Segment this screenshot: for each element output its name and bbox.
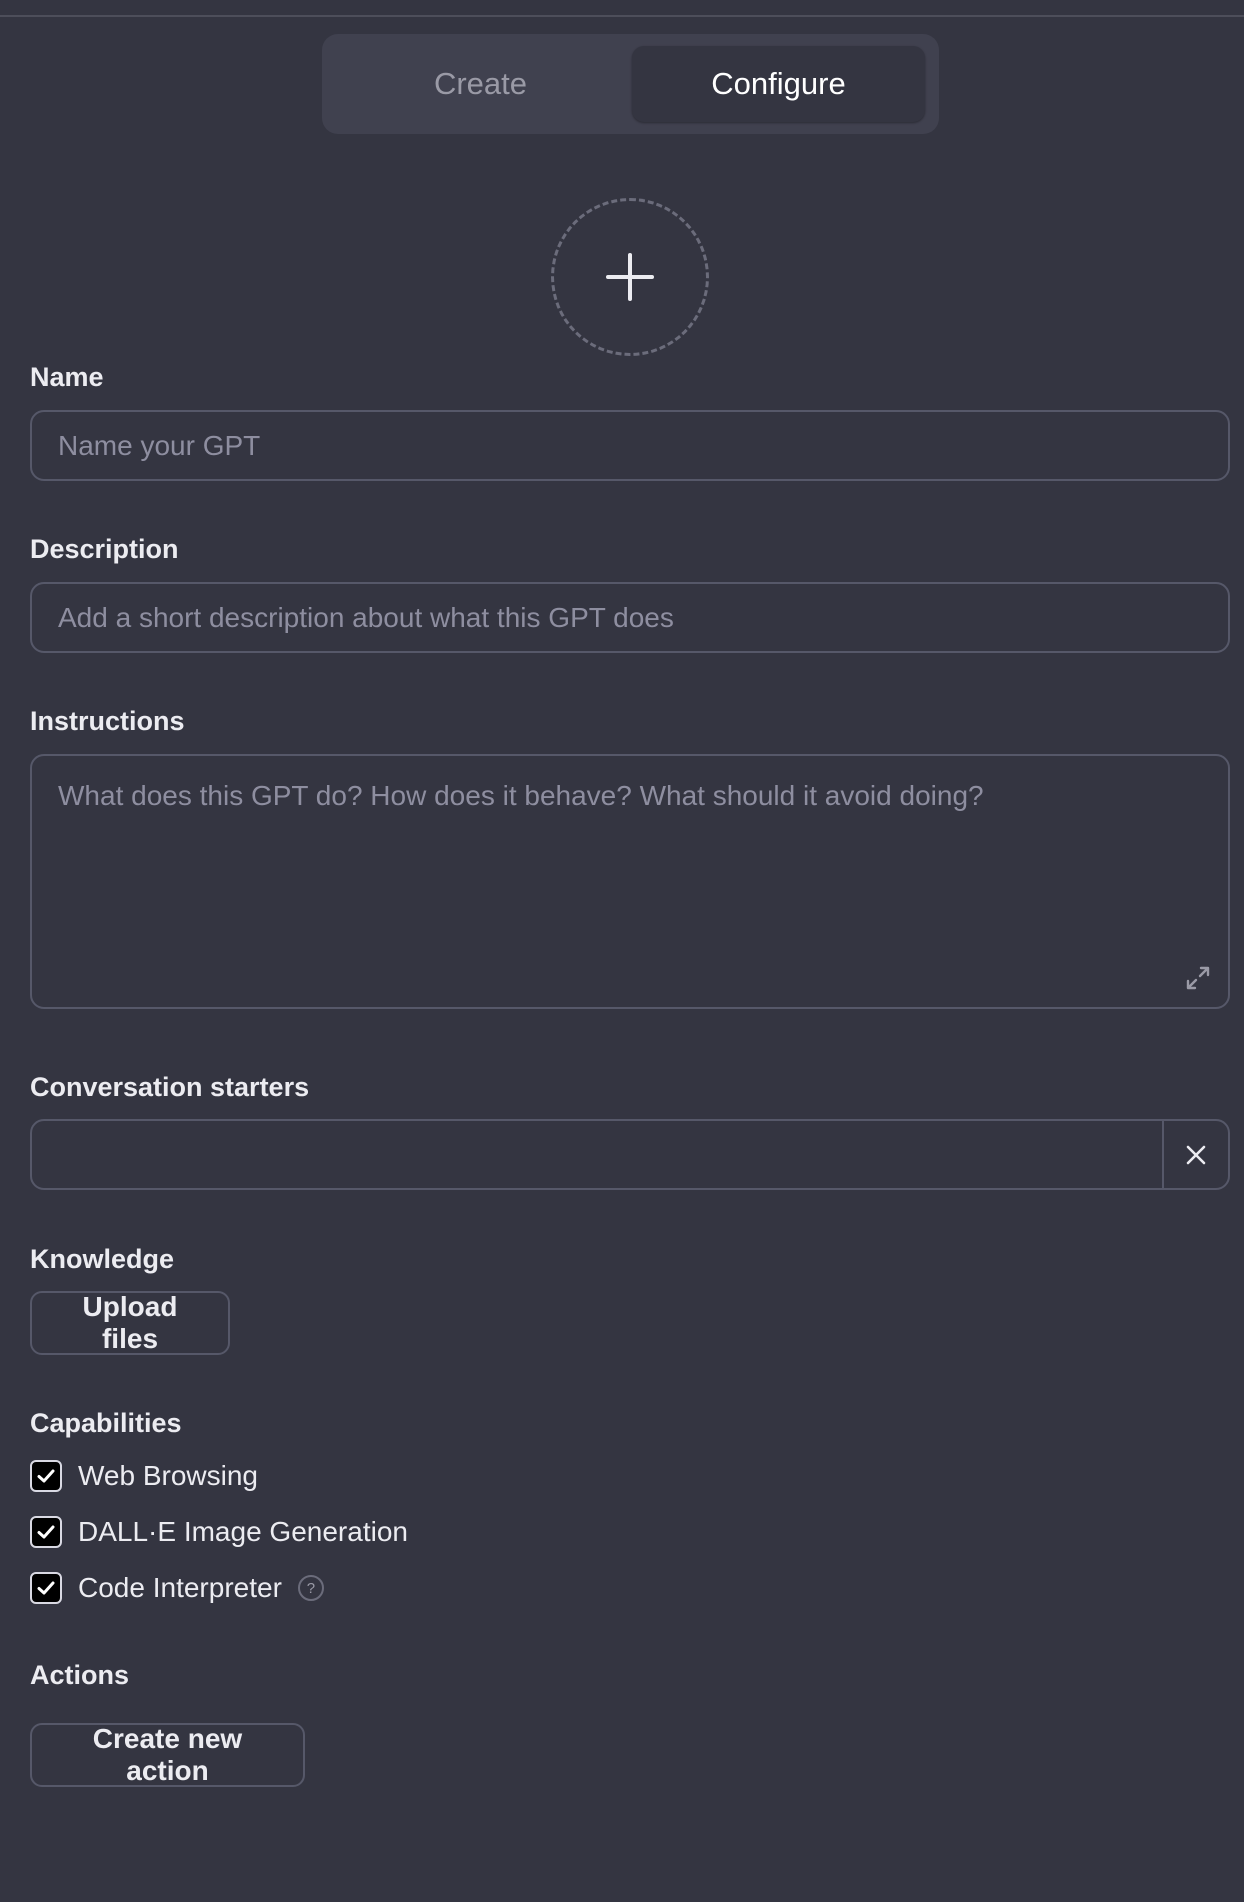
web-browsing-checkbox[interactable]: [30, 1460, 62, 1492]
checkmark-icon: [37, 1581, 55, 1595]
tab-configure[interactable]: Configure: [632, 46, 925, 122]
conversation-starter-input[interactable]: [32, 1121, 1162, 1188]
description-input[interactable]: [30, 582, 1230, 653]
upload-files-button[interactable]: Upload files: [30, 1291, 230, 1355]
description-label: Description: [30, 534, 179, 564]
capability-web-browsing: Web Browsing: [30, 1458, 258, 1494]
instructions-label: Instructions: [30, 706, 185, 736]
capability-code-interpreter: Code Interpreter ?: [30, 1570, 324, 1606]
mode-tabs: Create Configure: [322, 34, 939, 134]
code-interpreter-checkbox[interactable]: [30, 1572, 62, 1604]
remove-starter-button[interactable]: [1162, 1121, 1228, 1188]
close-icon: [1186, 1145, 1206, 1164]
name-input[interactable]: [30, 410, 1230, 481]
checkmark-icon: [37, 1469, 55, 1483]
plus-icon: [606, 253, 654, 301]
name-label: Name: [30, 362, 104, 392]
dalle-checkbox[interactable]: [30, 1516, 62, 1548]
dalle-label: DALL·E Image Generation: [78, 1516, 408, 1547]
web-browsing-label: Web Browsing: [78, 1460, 259, 1491]
knowledge-label: Knowledge: [30, 1244, 175, 1274]
tab-create[interactable]: Create: [334, 46, 627, 122]
expand-icon[interactable]: [1184, 964, 1212, 992]
checkmark-icon: [37, 1525, 55, 1539]
capability-dalle: DALL·E Image Generation: [30, 1514, 408, 1550]
conversation-starter-row: [30, 1119, 1230, 1190]
code-interpreter-label: Code Interpreter: [78, 1572, 282, 1603]
actions-label: Actions: [30, 1660, 130, 1690]
instructions-textarea[interactable]: [30, 754, 1230, 1009]
help-icon[interactable]: ?: [297, 1575, 324, 1601]
conversation-starters-label: Conversation starters: [30, 1072, 310, 1102]
capabilities-label: Capabilities: [30, 1408, 182, 1438]
avatar-upload-button[interactable]: [551, 198, 709, 356]
create-new-action-button[interactable]: Create new action: [30, 1723, 305, 1787]
top-divider: [0, 0, 1244, 17]
